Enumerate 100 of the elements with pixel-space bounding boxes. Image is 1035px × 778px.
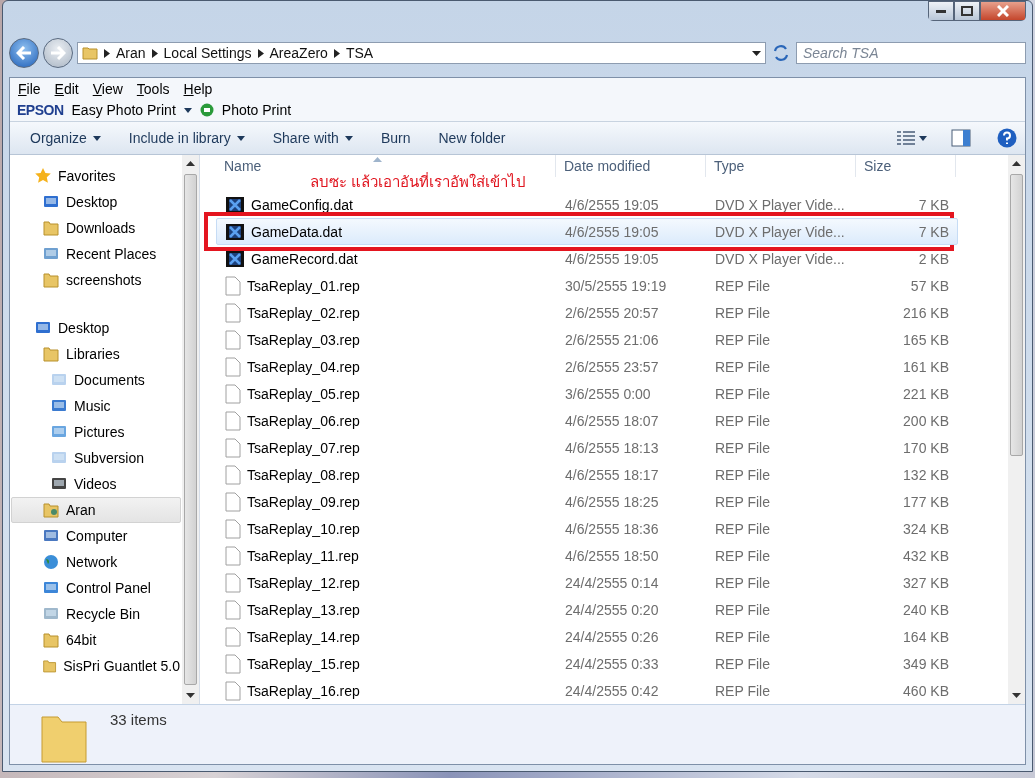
search-field[interactable]: Search TSA bbox=[796, 42, 1026, 64]
command-button[interactable]: New folder bbox=[426, 126, 518, 150]
minimize-button[interactable] bbox=[928, 1, 954, 21]
type-cell-text: REP File bbox=[714, 384, 771, 404]
sidebar-item[interactable]: Recycle Bin bbox=[11, 601, 181, 627]
size-cell-text: 240 KB bbox=[902, 600, 950, 620]
globe-icon bbox=[42, 553, 60, 571]
file-name: TsaReplay_06.rep bbox=[247, 412, 360, 429]
menu-item[interactable]: View bbox=[92, 81, 123, 97]
sidebar-item[interactable]: Computer bbox=[11, 523, 181, 549]
sidebar-item[interactable]: Desktop bbox=[11, 315, 181, 341]
folder-icon bbox=[42, 219, 60, 237]
sidebar-item[interactable]: Libraries bbox=[11, 341, 181, 367]
file-name: TsaReplay_15.rep bbox=[247, 655, 360, 672]
size-cell-text: 164 KB bbox=[902, 627, 950, 647]
file-row[interactable]: GameRecord.dat 4/6/2555 19:05 DVD X Player Vide... 2 KB bbox=[216, 245, 958, 272]
toolbar-link[interactable]: Easy Photo Print bbox=[71, 102, 176, 118]
file-row[interactable]: GameData.dat 4/6/2555 19:05 DVD X Player Vide... 7 KB bbox=[216, 218, 958, 245]
column-header[interactable]: Type bbox=[706, 155, 856, 177]
sidebar-item[interactable]: Subversion bbox=[11, 445, 181, 471]
scroll-up-arrow-icon[interactable] bbox=[1012, 161, 1021, 166]
chevron-right-icon bbox=[257, 48, 264, 58]
date-cell-text: 24/4/2555 0:14 bbox=[564, 573, 660, 593]
sidebar-item[interactable]: Control Panel bbox=[11, 575, 181, 601]
file-row[interactable]: TsaReplay_14.rep 24/4/2555 0:26 REP File 164 KB bbox=[216, 623, 958, 650]
file-row[interactable]: TsaReplay_02.rep 2/6/2555 20:57 REP File 216 KB bbox=[216, 299, 958, 326]
close-button[interactable] bbox=[980, 1, 1026, 21]
command-button[interactable]: Share with bbox=[260, 126, 365, 150]
sidebar-item[interactable]: Downloads bbox=[11, 215, 181, 241]
scroll-up-arrow-icon[interactable] bbox=[186, 161, 195, 166]
command-button[interactable]: Burn bbox=[368, 126, 423, 150]
blank-file-icon bbox=[225, 545, 241, 566]
forward-button[interactable] bbox=[43, 38, 73, 68]
back-button[interactable] bbox=[9, 38, 39, 68]
scroll-down-arrow-icon[interactable] bbox=[1012, 693, 1021, 698]
menu-item[interactable]: Tools bbox=[136, 81, 170, 97]
film-x-icon bbox=[225, 194, 245, 215]
blank-file-icon bbox=[225, 302, 241, 323]
file-name: TsaReplay_09.rep bbox=[247, 493, 360, 510]
command-button[interactable]: Include in library bbox=[116, 126, 257, 150]
breadcrumb-item[interactable]: TSA bbox=[345, 45, 374, 61]
file-row[interactable]: TsaReplay_04.rep 2/6/2555 23:57 REP File 161 KB bbox=[216, 353, 958, 380]
caret-icon bbox=[752, 50, 761, 56]
type-cell-text: REP File bbox=[714, 465, 771, 485]
file-name: TsaReplay_01.rep bbox=[247, 277, 360, 294]
help-icon[interactable] bbox=[997, 128, 1017, 148]
sidebar-item[interactable]: Documents bbox=[11, 367, 181, 393]
view-list-icon[interactable] bbox=[897, 131, 915, 145]
sidebar-item[interactable]: Videos bbox=[11, 471, 181, 497]
preview-pane-icon[interactable] bbox=[951, 129, 971, 147]
menu-item[interactable]: Help bbox=[183, 81, 213, 97]
toolbar-link[interactable]: Photo Print bbox=[221, 102, 292, 118]
sidebar-item[interactable]: SisPri Guantlet 5.0 bbox=[11, 653, 181, 679]
date-cell-text: 4/6/2555 18:36 bbox=[564, 519, 660, 539]
file-row[interactable]: TsaReplay_08.rep 4/6/2555 18:17 REP File 132 KB bbox=[216, 461, 958, 488]
file-row[interactable]: TsaReplay_03.rep 2/6/2555 21:06 REP File 165 KB bbox=[216, 326, 958, 353]
caret-icon bbox=[183, 107, 192, 113]
breadcrumb-item[interactable]: Local Settings bbox=[163, 45, 252, 61]
breadcrumb-item[interactable]: AreaZero bbox=[269, 45, 328, 61]
file-row[interactable]: TsaReplay_11.rep 4/6/2555 18:50 REP File 432 KB bbox=[216, 542, 958, 569]
sidebar-item[interactable]: screenshots bbox=[11, 267, 181, 293]
column-header[interactable]: Date modified bbox=[556, 155, 706, 177]
scrollbar[interactable] bbox=[1008, 155, 1025, 704]
scroll-down-arrow-icon[interactable] bbox=[186, 693, 195, 698]
address-bar[interactable]: Aran Local Settings AreaZero TSA bbox=[77, 42, 766, 64]
sidebar-item[interactable]: 64bit bbox=[11, 627, 181, 653]
column-header[interactable]: Size bbox=[856, 155, 956, 177]
blank-file-icon bbox=[225, 491, 241, 512]
command-button[interactable]: Organize bbox=[18, 126, 113, 150]
size-cell-text: 216 KB bbox=[902, 303, 950, 323]
file-row[interactable]: TsaReplay_13.rep 24/4/2555 0:20 REP File 240 KB bbox=[216, 596, 958, 623]
menu-item[interactable]: Edit bbox=[54, 81, 79, 97]
scrollbar[interactable] bbox=[182, 155, 199, 704]
type-cell-text: DVD X Player Vide... bbox=[714, 195, 846, 215]
size-cell-text: 324 KB bbox=[902, 519, 950, 539]
file-row[interactable]: TsaReplay_12.rep 24/4/2555 0:14 REP File 327 KB bbox=[216, 569, 958, 596]
file-row[interactable]: TsaReplay_09.rep 4/6/2555 18:25 REP File 177 KB bbox=[216, 488, 958, 515]
file-row[interactable]: TsaReplay_07.rep 4/6/2555 18:13 REP File 170 KB bbox=[216, 434, 958, 461]
menu-item[interactable]: File bbox=[18, 81, 41, 97]
sidebar-item[interactable]: Recent Places bbox=[11, 241, 181, 267]
file-row[interactable]: TsaReplay_01.rep 30/5/2555 19:19 REP File 57 KB bbox=[216, 272, 958, 299]
maximize-icon bbox=[961, 6, 973, 16]
file-row[interactable]: TsaReplay_10.rep 4/6/2555 18:36 REP File 324 KB bbox=[216, 515, 958, 542]
file-row[interactable]: TsaReplay_15.rep 24/4/2555 0:33 REP File 349 KB bbox=[216, 650, 958, 677]
blank-file-icon bbox=[225, 383, 241, 404]
sidebar-item[interactable]: Music bbox=[11, 393, 181, 419]
maximize-button[interactable] bbox=[954, 1, 980, 21]
sidebar-item[interactable]: Desktop bbox=[11, 189, 181, 215]
type-cell-text: REP File bbox=[714, 546, 771, 566]
sidebar-item[interactable]: Pictures bbox=[11, 419, 181, 445]
sidebar-item[interactable]: Favorites bbox=[11, 163, 181, 189]
breadcrumb-item[interactable]: Aran bbox=[116, 45, 146, 61]
size-cell-text: 132 KB bbox=[902, 465, 950, 485]
sidebar-item[interactable]: Aran bbox=[11, 497, 181, 523]
file-row[interactable]: TsaReplay_06.rep 4/6/2555 18:07 REP File 200 KB bbox=[216, 407, 958, 434]
sidebar-item[interactable]: Network bbox=[11, 549, 181, 575]
file-row[interactable]: GameConfig.dat 4/6/2555 19:05 DVD X Player Vide... 7 KB bbox=[216, 191, 958, 218]
file-row[interactable]: TsaReplay_16.rep 24/4/2555 0:42 REP File 460 KB bbox=[216, 677, 958, 704]
file-row[interactable]: TsaReplay_05.rep 3/6/2555 0:00 REP File 221 KB bbox=[216, 380, 958, 407]
type-cell-text: REP File bbox=[714, 330, 771, 350]
